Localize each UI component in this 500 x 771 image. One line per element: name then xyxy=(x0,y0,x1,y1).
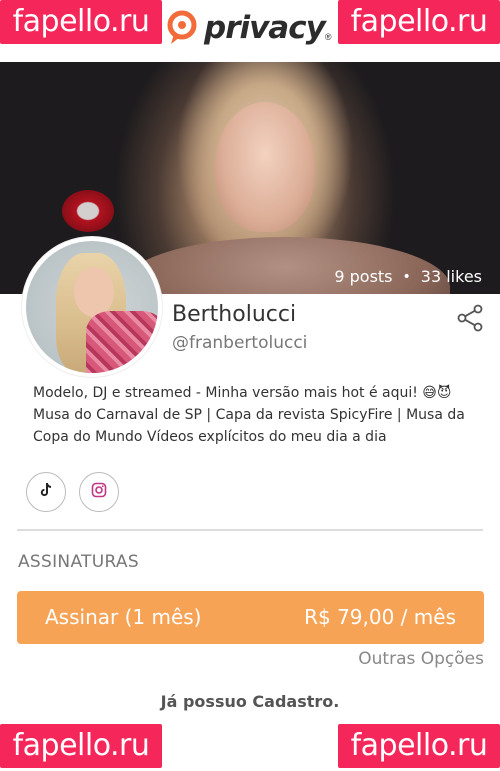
watermark-bottom-left: fapello.ru xyxy=(0,724,162,768)
avatar-image xyxy=(26,241,158,373)
cover-face xyxy=(215,102,315,232)
subscriptions-title: ASSINATURAS xyxy=(18,552,139,572)
watermark-top-left: fapello.ru xyxy=(0,0,162,44)
posts-count: 9 posts xyxy=(334,267,393,286)
privacy-logo[interactable]: privacy ® xyxy=(164,8,331,48)
tiktok-button[interactable] xyxy=(26,472,66,512)
watermark-top-right: fapello.ru xyxy=(338,0,500,44)
avatar[interactable] xyxy=(22,237,162,377)
subscribe-price: R$ 79,00 / mês xyxy=(304,605,456,629)
profile-stats: 9 posts • 33 likes xyxy=(334,267,482,286)
instagram-button[interactable] xyxy=(79,472,119,512)
instagram-icon xyxy=(91,482,107,503)
subscribe-button[interactable]: Assinar (1 mês) R$ 79,00 / mês xyxy=(17,591,484,644)
profile-name: Bertholucci xyxy=(172,302,297,327)
tiktok-icon xyxy=(38,482,54,503)
other-options-link[interactable]: Outras Opções xyxy=(358,649,484,669)
privacy-logo-icon xyxy=(164,10,200,46)
profile-bio: Modelo, DJ e streamed - Minha versão mai… xyxy=(33,385,465,445)
already-registered-link[interactable]: Já possuo Cadastro. xyxy=(0,692,500,711)
logo-registered-mark: ® xyxy=(324,32,332,42)
profile-handle: @franbertolucci xyxy=(172,333,308,353)
share-icon[interactable] xyxy=(456,304,484,332)
section-divider xyxy=(17,529,483,531)
cover-lips-neon xyxy=(62,190,114,232)
likes-count: 33 likes xyxy=(420,267,482,286)
stats-separator: • xyxy=(402,268,411,285)
watermark-bottom-right: fapello.ru xyxy=(338,724,500,768)
subscribe-label: Assinar (1 mês) xyxy=(45,605,202,629)
logo-text: privacy xyxy=(204,10,326,46)
